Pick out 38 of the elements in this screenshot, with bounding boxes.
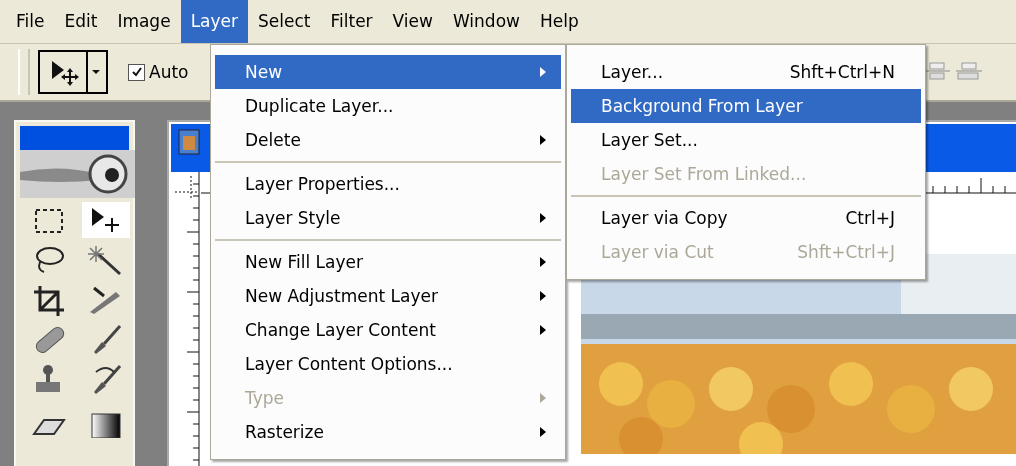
menu-item[interactable]: New Fill Layer [215,245,561,279]
menu-bar-item[interactable]: Layer [180,0,249,43]
move-tool-icon[interactable] [82,202,130,238]
document-icon [177,128,201,156]
menu-item[interactable]: New Adjustment Layer [215,279,561,313]
tool-preset-button[interactable] [38,50,108,94]
submenu-arrow-icon [539,426,547,438]
checkbox[interactable] [128,63,145,81]
menu-bar-item[interactable]: View [382,0,443,43]
caret-icon [90,68,102,76]
menu-item[interactable]: Layer Content Options... [215,347,561,381]
submenu-arrow-icon [539,324,547,336]
submenu-arrow-icon [539,212,547,224]
menu-item[interactable]: Change Layer Content [215,313,561,347]
menu-bar-item[interactable]: Filter [320,0,383,43]
auto-select-checkbox[interactable]: Auto [128,62,189,82]
menu-item[interactable]: New [215,55,561,89]
menu-item[interactable]: Layer via Copy Ctrl+J [571,201,921,235]
menu-item[interactable]: Layer... Shft+Ctrl+N [571,55,921,89]
menu-bar-item[interactable]: Help [529,0,589,43]
submenu-arrow-icon [539,290,547,302]
submenu-arrow-icon [539,392,547,404]
submenu-arrow-icon [539,256,547,268]
menu-bar-item[interactable]: Select [248,0,321,43]
menu-item[interactable]: Delete [215,123,561,157]
submenu-arrow-icon [539,134,547,146]
menu-item[interactable]: Layer Properties... [215,167,561,201]
submenu-arrow-icon [539,66,547,78]
menu-bar-item[interactable]: Edit [54,0,108,43]
menu-item[interactable]: Background From Layer [571,89,921,123]
menu-item[interactable]: Rasterize [215,415,561,449]
menu-item[interactable]: Layer Set... [571,123,921,157]
menu-item[interactable]: Layer Style [215,201,561,235]
menu-bar-item[interactable]: Window [442,0,530,43]
toolbar-grip[interactable] [18,49,30,95]
menu-bar-item[interactable]: Image [107,0,181,43]
menu-bar-item[interactable]: File [6,0,55,43]
menu-item[interactable]: Duplicate Layer... [215,89,561,123]
